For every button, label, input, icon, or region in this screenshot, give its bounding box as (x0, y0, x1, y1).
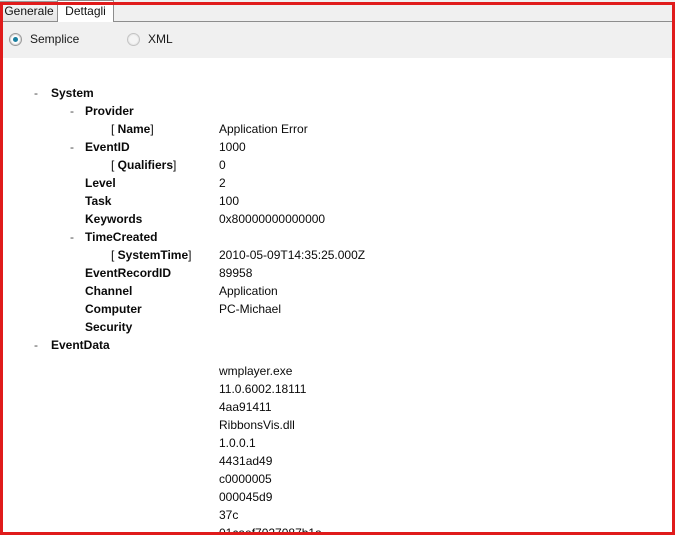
tree-node-eventid[interactable]: - EventID 1000 (21, 138, 672, 156)
eventdata-value-row: 37c (21, 506, 672, 524)
tree-attr-qualifiers-value: 0 (219, 158, 226, 172)
tree-node-security-label: Security (85, 320, 133, 334)
attr-key: SystemTime (117, 248, 189, 262)
tree-node-task-label: Task (85, 194, 112, 208)
eventdata-value-row: c0000005 (21, 470, 672, 488)
radio-semplice-label: Semplice (30, 32, 80, 46)
eventdata-value: 37c (219, 508, 239, 522)
tree-node-eventid-value: 1000 (219, 140, 246, 154)
eventdata-value-row: 1.0.0.1 (21, 434, 672, 452)
bracket-open: [ (111, 248, 118, 262)
tree-node-eventrecordid-label: EventRecordID (85, 266, 172, 280)
tree-node-provider[interactable]: - Provider (21, 102, 672, 120)
eventdata-value: 000045d9 (219, 490, 273, 504)
tree-node-eventid-label: EventID (85, 140, 130, 154)
radio-selected-icon (9, 32, 22, 46)
tree-node-eventdata[interactable]: - EventData (21, 336, 672, 354)
bracket-close: ] (150, 122, 154, 136)
tree-node-channel: Channel Application (21, 282, 672, 300)
tree-node-channel-label: Channel (85, 284, 133, 298)
tree-node-level-value: 2 (219, 176, 226, 190)
tree-node-eventdata-label: EventData (51, 338, 110, 352)
tree-node-system[interactable]: - System (21, 84, 672, 102)
eventdata-value: 1.0.0.1 (219, 436, 256, 450)
attr-key: Qualifiers (117, 158, 174, 172)
eventdata-value: c0000005 (219, 472, 272, 486)
tree-attr-systemtime: [ SystemTime] 2010-05-09T14:35:25.000Z (21, 246, 672, 264)
tab-strip-filler (113, 0, 675, 22)
eventdata-value-row: 000045d9 (21, 488, 672, 506)
tree-node-computer-value: PC-Michael (219, 302, 282, 316)
tree-node-system-label: System (51, 86, 94, 100)
eventdata-value: 4431ad49 (219, 454, 273, 468)
collapse-toggle-icon[interactable]: - (67, 138, 77, 156)
radio-xml[interactable]: XML (127, 31, 173, 47)
tree-node-provider-label: Provider (85, 104, 134, 118)
radio-unselected-icon (127, 32, 140, 46)
tab-generale-label: Generale (4, 4, 54, 18)
tree-attr-qualifiers: [ Qualifiers] 0 (21, 156, 672, 174)
tree-node-security: Security (21, 318, 672, 336)
tree-attr-systemtime-value: 2010-05-09T14:35:25.000Z (219, 248, 366, 262)
eventdata-value: RibbonsVis.dll (219, 418, 295, 432)
tree-node-keywords-value: 0x80000000000000 (219, 212, 326, 226)
bracket-open: [ (111, 158, 118, 172)
tree-node-level-label: Level (85, 176, 116, 190)
tree-node-level: Level 2 (21, 174, 672, 192)
tree-node-computer-label: Computer (85, 302, 142, 316)
eventdata-value: 11.0.6002.18111 (219, 382, 307, 396)
collapse-toggle-icon[interactable]: - (31, 336, 41, 354)
tree-attr-systemtime-label: [ SystemTime] (111, 246, 192, 264)
eventdata-value-row: 01caef7027087b1a (21, 524, 672, 532)
collapse-toggle-icon[interactable]: - (67, 102, 77, 120)
tree-node-computer: Computer PC-Michael (21, 300, 672, 318)
eventdata-value-list: wmplayer.exe 11.0.6002.18111 4aa91411 Ribbo… (21, 362, 672, 532)
tree-node-eventrecordid-value: 89958 (219, 266, 253, 280)
eventdata-value-row: 4aa91411 (21, 398, 672, 416)
bracket-close: ] (173, 158, 177, 172)
tree-node-eventrecordid: EventRecordID 89958 (21, 264, 672, 282)
eventdata-value-row: 4431ad49 (21, 452, 672, 470)
bracket-open: [ (111, 122, 118, 136)
event-detail-tree: - System - Provider [ Name] Application … (21, 58, 672, 532)
eventdata-value: 4aa91411 (219, 400, 272, 414)
tree-node-channel-value: Application (219, 284, 278, 298)
eventdata-value-row: RibbonsVis.dll (21, 416, 672, 434)
tree-attr-qualifiers-label: [ Qualifiers] (111, 156, 176, 174)
eventdata-value-row: wmplayer.exe (21, 362, 672, 380)
radio-xml-label: XML (148, 32, 173, 46)
collapse-toggle-icon[interactable]: - (67, 228, 77, 246)
attr-key: Name (117, 122, 151, 136)
tree-attr-name-value: Application Error (219, 122, 308, 136)
tab-dettagli-label: Dettagli (65, 3, 106, 18)
eventdata-value: wmplayer.exe (219, 364, 293, 378)
tree-node-keywords: Keywords 0x80000000000000 (21, 210, 672, 228)
radio-semplice[interactable]: Semplice (9, 31, 79, 47)
tree-attr-name-label: [ Name] (111, 120, 154, 138)
collapse-toggle-icon[interactable]: - (31, 84, 41, 102)
tree-node-timecreated-label: TimeCreated (85, 230, 158, 244)
tab-strip: Generale Dettagli (0, 0, 675, 22)
view-options-panel: Semplice XML (3, 22, 672, 58)
eventdata-value: 01caef7027087b1a (219, 524, 322, 532)
bracket-close: ] (188, 248, 192, 262)
tree-attr-name: [ Name] Application Error (21, 120, 672, 138)
eventdata-value-row: 11.0.6002.18111 (21, 380, 672, 398)
tab-generale[interactable]: Generale (0, 1, 57, 22)
tab-dettagli[interactable]: Dettagli (57, 0, 114, 22)
tree-node-timecreated[interactable]: - TimeCreated (21, 228, 672, 246)
tree-node-keywords-label: Keywords (85, 212, 143, 226)
event-detail-pane[interactable]: - System - Provider [ Name] Application … (3, 58, 672, 532)
event-properties-window: Generale Dettagli Semplice XML - System (0, 0, 675, 535)
tree-node-task: Task 100 (21, 192, 672, 210)
tree-node-task-value: 100 (219, 194, 240, 208)
